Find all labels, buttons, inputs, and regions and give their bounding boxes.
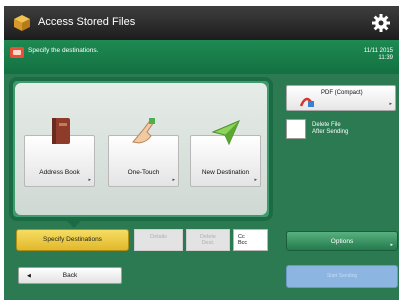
app-title: Access Stored Files xyxy=(38,16,136,28)
new-destination-label: New Destination xyxy=(201,169,250,176)
one-touch-button[interactable]: One-Touch ▸ xyxy=(108,118,179,187)
tab-specify-destinations[interactable]: Specify Destinations xyxy=(16,229,129,251)
delete-label-line2: Dest. xyxy=(201,240,215,246)
date-time: 11/11 2015 11:39 xyxy=(364,48,393,62)
cc-bcc-button[interactable]: Cc Bcc xyxy=(233,229,268,251)
status-message: Specify the destinations. xyxy=(28,47,99,54)
address-book-icon xyxy=(52,118,70,144)
gear-icon[interactable] xyxy=(371,13,391,33)
corner-arrow-icon: ▸ xyxy=(254,177,257,183)
address-book-label: Address Book xyxy=(39,169,80,176)
pdf-icon xyxy=(299,97,315,107)
message-icon xyxy=(10,47,24,58)
delete-after-line2: After Sending xyxy=(312,129,349,135)
delete-after-line1: Delete File xyxy=(312,122,341,128)
file-format-label: PDF (Compact) xyxy=(321,90,363,96)
one-touch-label: One-Touch xyxy=(127,169,160,176)
tab-pointer xyxy=(67,221,81,228)
file-format-button[interactable]: PDF (Compact) ▸ xyxy=(286,85,396,111)
destination-panel: Address Book ▸ One-Touch ▸ New Destinati… xyxy=(9,77,273,221)
title-bar: Access Stored Files xyxy=(4,6,399,40)
corner-arrow-icon: ▸ xyxy=(88,177,91,183)
back-button[interactable]: ◀ Back xyxy=(18,267,122,284)
corner-arrow-icon: ▸ xyxy=(172,177,175,183)
options-label: Options xyxy=(330,238,354,245)
message-bar: Specify the destinations. 11/11 2015 11:… xyxy=(4,40,399,74)
new-destination-button[interactable]: New Destination ▸ xyxy=(190,120,261,187)
delete-after-sending-label: Delete File After Sending xyxy=(312,122,348,136)
folder-box-icon xyxy=(14,15,30,31)
destination-panel-inner: Address Book ▸ One-Touch ▸ New Destinati… xyxy=(15,83,267,215)
one-touch-hand-icon xyxy=(132,118,155,144)
main-body: Address Book ▸ One-Touch ▸ New Destinati… xyxy=(4,74,399,300)
delete-after-sending-checkbox[interactable] xyxy=(286,119,306,139)
back-label: Back xyxy=(62,272,78,279)
details-button[interactable]: Details xyxy=(134,229,183,251)
start-sending-button[interactable]: Start Sending xyxy=(286,265,398,288)
corner-arrow-icon: ▸ xyxy=(390,242,393,248)
details-label: Details xyxy=(150,234,167,240)
address-book-button[interactable]: Address Book ▸ xyxy=(24,118,95,187)
time-text: 11:39 xyxy=(378,55,393,61)
corner-arrow-icon: ▸ xyxy=(389,101,392,107)
date-text: 11/11 2015 xyxy=(363,48,393,54)
paper-plane-icon xyxy=(211,120,240,146)
bcc-label: Bcc xyxy=(238,240,248,246)
options-button[interactable]: Options ▸ xyxy=(286,231,398,251)
delete-dest-button[interactable]: Delete Dest. xyxy=(186,229,230,251)
device-screen: Access Stored Files Specify the destinat… xyxy=(4,6,399,300)
